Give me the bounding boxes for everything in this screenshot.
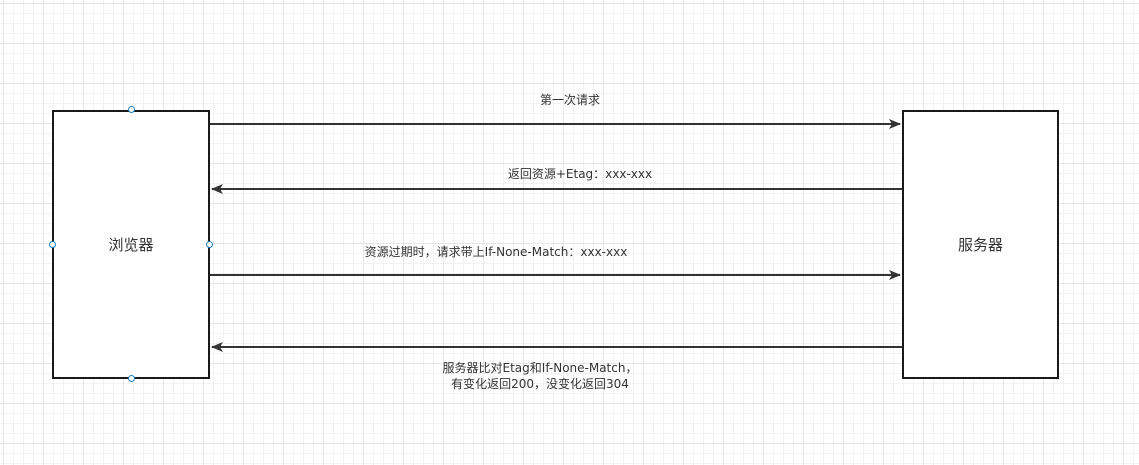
resize-handle-right[interactable]: [206, 241, 213, 248]
resize-handle-bottom[interactable]: [128, 375, 135, 382]
message-label-compare-line-2: 有变化返回200，没变化返回304: [451, 377, 629, 391]
message-label-compare-line-1: 服务器比对Etag和If-None-Match，: [442, 361, 638, 375]
message-label-compare-result: 服务器比对Etag和If-None-Match， 有变化返回200，没变化返回3…: [400, 360, 680, 392]
server-node-label: 服务器: [957, 236, 1003, 254]
browser-node[interactable]: 浏览器: [52, 110, 210, 379]
message-label-first-request: 第一次请求: [539, 93, 600, 107]
message-label-if-none-match: 资源过期时，请求带上If-None-Match：xxx-xxx: [364, 245, 628, 259]
server-node[interactable]: 服务器: [902, 110, 1059, 379]
message-label-return-resource: 返回资源+Etag：xxx-xxx: [507, 167, 653, 181]
resize-handle-left[interactable]: [49, 241, 56, 248]
resize-handle-top[interactable]: [128, 106, 135, 113]
browser-node-label: 浏览器: [108, 236, 154, 254]
